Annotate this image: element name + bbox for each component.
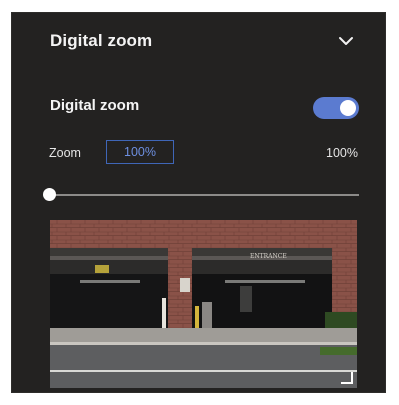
digital-zoom-toggle[interactable] [313,97,359,119]
zoom-value-readout: 100% [326,146,358,160]
camera-preview[interactable]: ENTRANCE [50,220,357,388]
slider-track [49,194,359,196]
panel-header[interactable]: Digital zoom [12,13,385,69]
chevron-down-icon[interactable] [337,32,355,50]
zoom-input[interactable] [106,140,174,164]
entrance-sign: ENTRANCE [250,253,287,260]
digital-zoom-toggle-label: Digital zoom [50,97,140,114]
camera-preview-image: ENTRANCE [50,220,357,388]
zoom-label: Zoom [49,146,81,160]
slider-thumb[interactable] [43,188,56,201]
zoom-slider[interactable] [43,188,359,202]
digital-zoom-panel: Digital zoom Digital zoom Zoom 100% 100%… [11,12,386,393]
panel-title: Digital zoom [50,31,153,50]
resize-corner-icon[interactable] [339,370,353,384]
toggle-knob [340,100,356,116]
